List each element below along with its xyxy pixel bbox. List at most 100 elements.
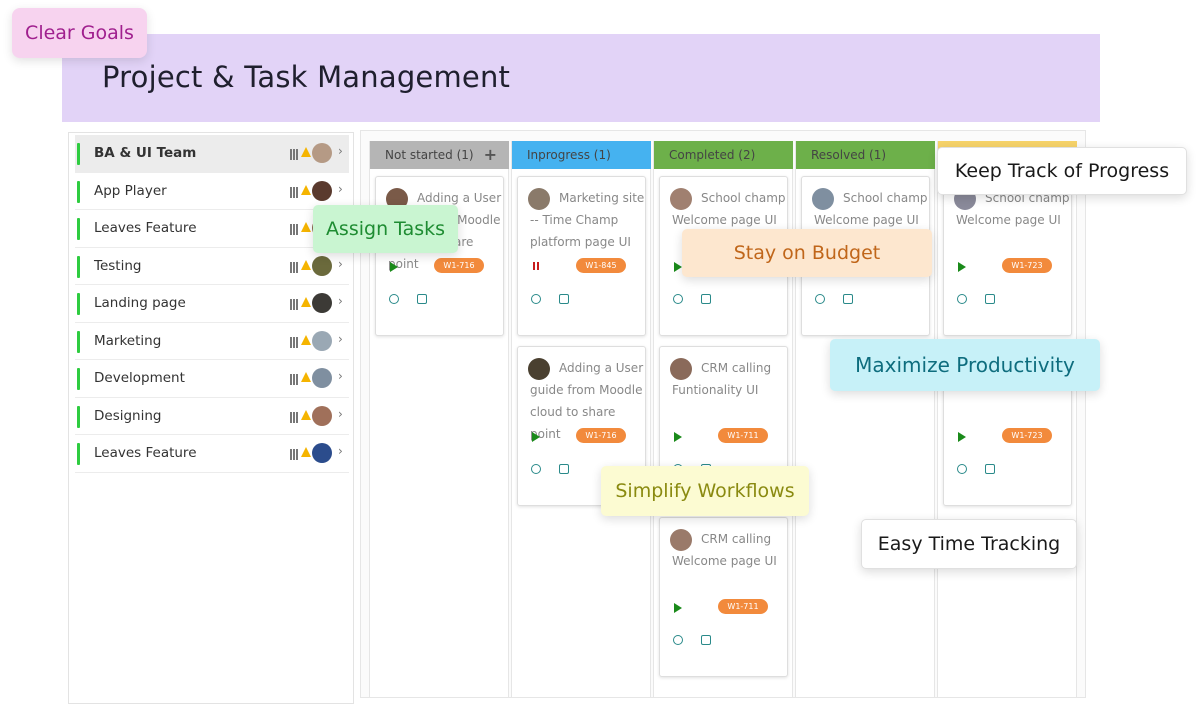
clock-icon[interactable] [957, 464, 967, 474]
avatar[interactable] [312, 143, 332, 163]
priority-icon [290, 374, 298, 385]
avatar[interactable] [312, 255, 332, 276]
clock-icon[interactable] [389, 294, 399, 304]
team-list: BA & UI Team›App Player›Leaves Feature›T… [75, 135, 349, 473]
column-header: Inprogress (1) [512, 141, 651, 169]
status-accent [77, 218, 80, 240]
avatar[interactable] [312, 443, 332, 463]
team-sidebar: BA & UI Team›App Player›Leaves Feature›T… [68, 132, 354, 704]
simplify-workflows-tag: Simplify Workflows [601, 466, 809, 516]
sidebar-item[interactable]: Testing › [75, 248, 349, 285]
calendar-icon[interactable] [701, 294, 711, 304]
warning-icon [301, 447, 311, 457]
column-title: Resolved (1) [811, 148, 887, 162]
task-title: School champ Welcome page UI [672, 191, 786, 227]
chevron-right-icon[interactable]: › [338, 369, 343, 383]
sidebar-item-label: Marketing [94, 332, 162, 349]
warning-icon [301, 147, 311, 157]
easy-time-tracking-tag: Easy Time Tracking [861, 519, 1077, 569]
chevron-right-icon[interactable]: › [338, 257, 343, 271]
task-id-badge: W1-723 [1002, 258, 1052, 273]
calendar-icon[interactable] [701, 635, 711, 645]
priority-icon [290, 224, 298, 235]
sidebar-item[interactable]: BA & UI Team › [75, 135, 349, 173]
status-accent [77, 443, 80, 465]
chevron-right-icon[interactable]: › [338, 294, 343, 308]
clock-icon[interactable] [531, 294, 541, 304]
stay-on-budget-tag: Stay on Budget [682, 229, 932, 277]
calendar-icon[interactable] [985, 464, 995, 474]
status-accent [77, 180, 80, 203]
chevron-right-icon[interactable]: › [338, 144, 343, 158]
play-icon[interactable] [958, 432, 966, 442]
board-column: Resolved (1) School champ Welcome page UI… [795, 141, 935, 697]
chevron-right-icon[interactable]: › [338, 444, 343, 458]
column-title: Completed (2) [669, 148, 756, 162]
sidebar-item[interactable]: App Player › [75, 173, 349, 210]
avatar[interactable] [312, 293, 332, 313]
sidebar-item[interactable]: Leaves Feature› [75, 210, 349, 248]
sidebar-item-label: BA & UI Team [94, 145, 197, 162]
task-card[interactable]: Adding a User guide from Moodle cloud to… [375, 176, 504, 336]
calendar-icon[interactable] [559, 464, 569, 474]
board-column: Completed (2) School champ Welcome page U… [653, 141, 793, 697]
clock-icon[interactable] [957, 294, 967, 304]
page-title: Project & Task Management [102, 60, 511, 94]
calendar-icon[interactable] [985, 294, 995, 304]
status-accent [77, 330, 80, 353]
play-icon[interactable] [674, 262, 682, 272]
priority-icon [290, 149, 298, 160]
warning-icon [301, 222, 311, 232]
sidebar-item[interactable]: Leaves Feature › [75, 435, 349, 473]
play-icon[interactable] [674, 603, 682, 613]
task-title: Marketing site -- Time Champ platform pa… [530, 191, 645, 249]
task-card[interactable]: CRM calling Welcome page UI W1-711 [659, 517, 788, 677]
avatar[interactable] [312, 368, 332, 388]
priority-icon [290, 186, 298, 198]
column-title: Inprogress (1) [527, 148, 611, 162]
play-icon[interactable] [958, 262, 966, 272]
chevron-right-icon[interactable]: › [338, 182, 343, 196]
pause-icon[interactable] [533, 262, 539, 270]
play-icon[interactable] [390, 262, 398, 272]
kanban-board: Not started (1) + Adding a User guide from… [360, 130, 1086, 698]
header-banner: Project & Task Management [62, 34, 1100, 122]
sidebar-item[interactable]: Landing page › [75, 285, 349, 323]
priority-icon [290, 336, 298, 348]
sidebar-item[interactable]: Development › [75, 360, 349, 398]
clock-icon[interactable] [531, 464, 541, 474]
task-card[interactable]: Marketing site -- Time Champ platform pa… [517, 176, 646, 336]
play-icon[interactable] [532, 432, 540, 442]
status-accent [77, 255, 80, 278]
sidebar-item-label: Leaves Feature [94, 445, 197, 462]
add-card-button[interactable]: + [484, 145, 497, 164]
board-column: Inprogress (1) Marketing site -- Time Cha… [511, 141, 651, 697]
warning-icon [301, 409, 311, 420]
calendar-icon[interactable] [843, 294, 853, 304]
clock-icon[interactable] [673, 635, 683, 645]
avatar[interactable] [312, 405, 332, 426]
calendar-icon[interactable] [559, 294, 569, 304]
board-column: School champ Welcome page UI W1-723 W1-723 [937, 141, 1077, 697]
task-id-badge: W1-711 [718, 599, 768, 614]
task-card[interactable]: School champ Welcome page UIW1-723 [943, 176, 1072, 336]
maximize-productivity-tag: Maximize Productivity [830, 339, 1100, 391]
chevron-right-icon[interactable]: › [338, 407, 343, 421]
sidebar-item[interactable]: Designing › [75, 398, 349, 435]
play-icon[interactable] [674, 432, 682, 442]
sidebar-item[interactable]: Marketing › [75, 323, 349, 360]
task-title: School champ Welcome page UI [814, 191, 928, 227]
priority-icon [290, 299, 298, 310]
clock-icon[interactable] [815, 294, 825, 304]
status-accent [77, 293, 80, 315]
calendar-icon[interactable] [417, 294, 427, 304]
clock-icon[interactable] [673, 294, 683, 304]
priority-icon [290, 411, 298, 423]
column-header: Resolved (1) [796, 141, 935, 169]
warning-icon [301, 184, 311, 195]
column-header: Completed (2) [654, 141, 793, 169]
avatar[interactable] [312, 330, 332, 351]
avatar[interactable] [312, 180, 332, 201]
chevron-right-icon[interactable]: › [338, 332, 343, 346]
priority-icon [290, 261, 298, 273]
